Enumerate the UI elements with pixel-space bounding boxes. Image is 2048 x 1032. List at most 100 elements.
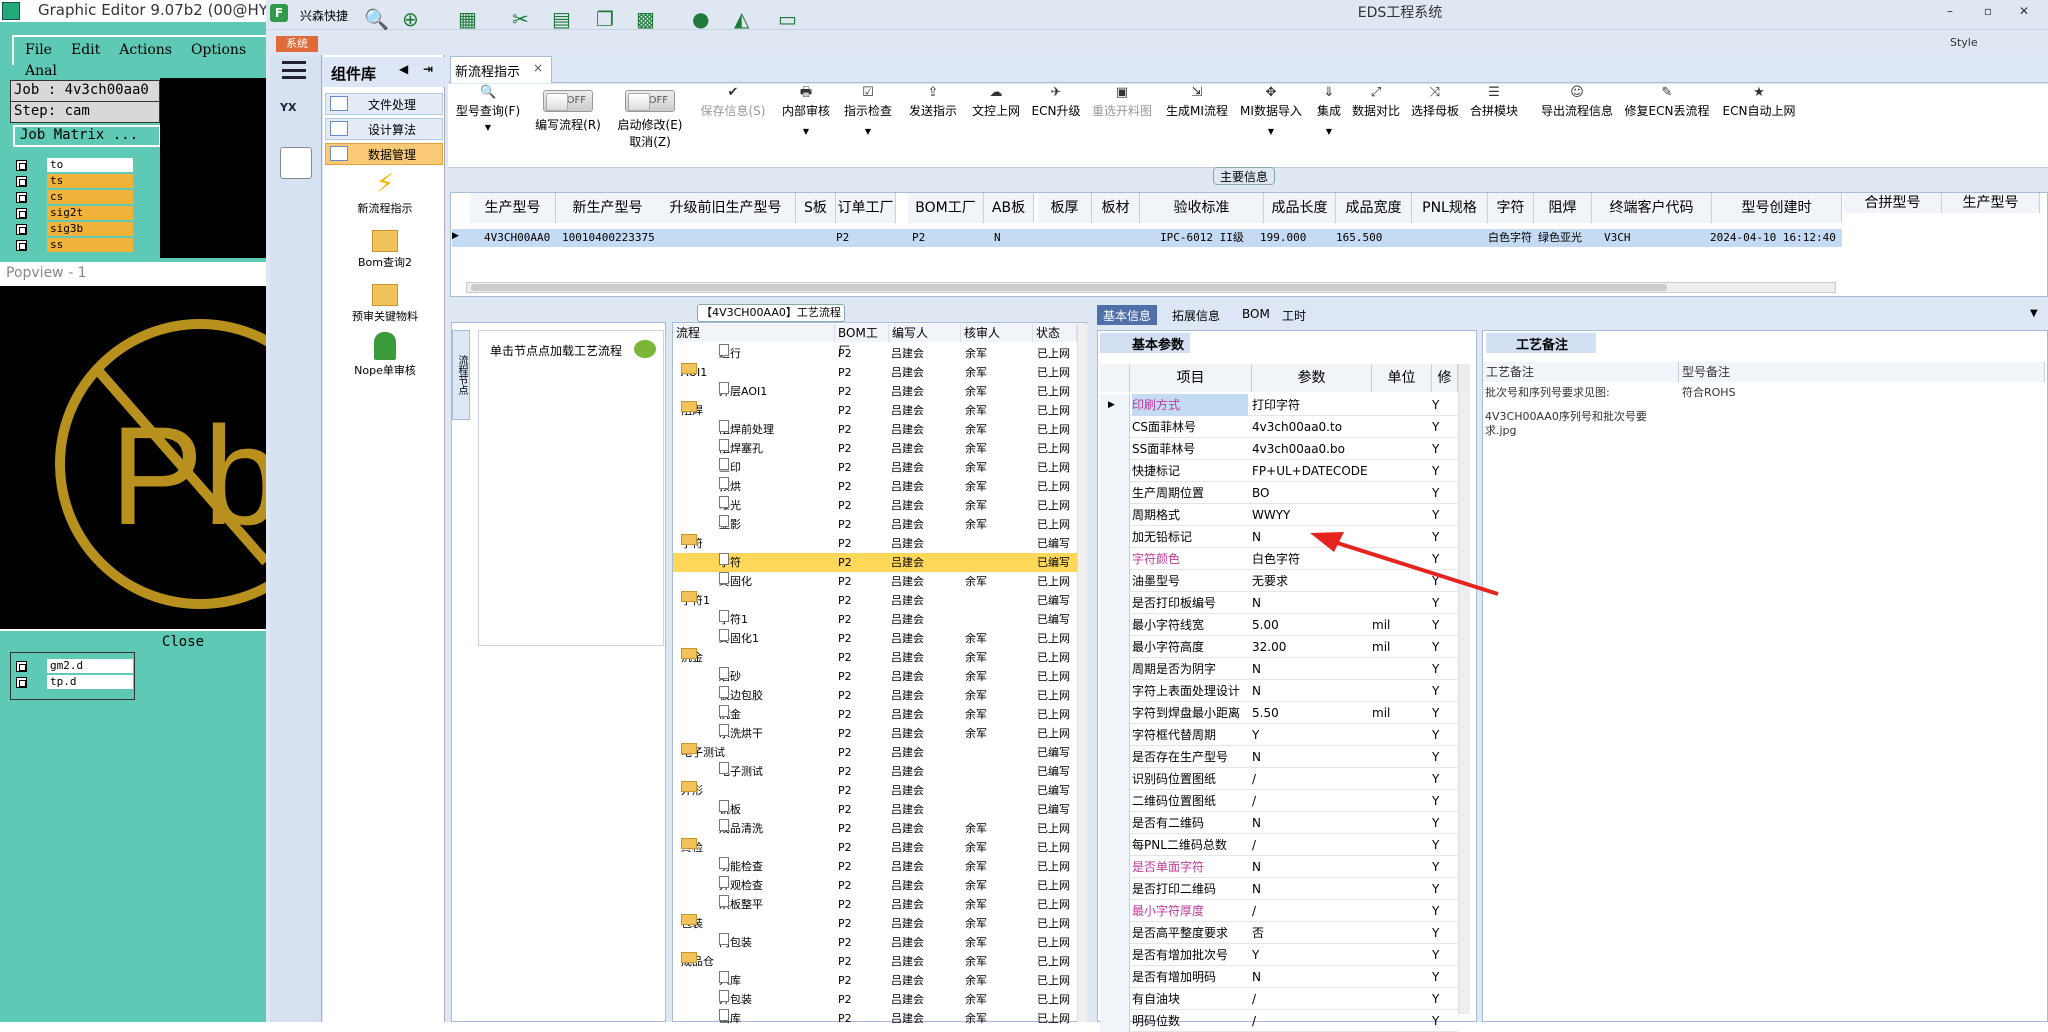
side-column-header[interactable]: 合拼型号 — [1844, 193, 1942, 213]
toolbar-button-1[interactable]: ✔ 保存信息(S) — [696, 84, 770, 154]
param-row[interactable]: 字符框代替周期 Y Y — [1100, 724, 1458, 746]
param-value[interactable]: Y — [1252, 724, 1372, 746]
param-row[interactable]: 最小字符厚度 / Y — [1100, 900, 1458, 922]
menu-edit[interactable]: Edit — [60, 37, 108, 58]
param-modify-flag[interactable]: Y — [1432, 504, 1452, 526]
tree-row[interactable]: 内包装 P2 吕建会 余军 已上网 — [673, 933, 1078, 952]
param-modify-flag[interactable]: Y — [1432, 944, 1452, 966]
start-edit-toggle[interactable]: OFF 启动修改(E) 取消(Z) — [612, 84, 688, 150]
tree-row[interactable]: 板边包胶 P2 吕建会 余军 已上网 — [673, 686, 1078, 705]
scroll-thumb[interactable] — [471, 284, 1667, 291]
param-row[interactable]: 周期是否为阴字 N Y — [1100, 658, 1458, 680]
param-value[interactable]: 否 — [1252, 922, 1372, 944]
model-query-button[interactable]: 🔍 型号查询(F) ▼ — [452, 84, 524, 154]
param-modify-flag[interactable]: Y — [1432, 834, 1452, 856]
param-modify-flag[interactable]: Y — [1432, 878, 1452, 900]
close-icon[interactable]: ✕ — [2014, 4, 2034, 20]
toolbar-button-4[interactable]: ⇪ 发送指示 — [902, 84, 964, 154]
column-header[interactable]: 新生产型号 — [556, 193, 660, 223]
tab-new-flow[interactable]: 新流程指示 × — [450, 56, 552, 83]
tree-row[interactable]: −终检P2吕建会余军已上网 — [673, 838, 1078, 857]
toolbar-button-7[interactable]: ▣ 重选开料图 — [1088, 84, 1156, 154]
param-modify-flag[interactable]: Y — [1432, 900, 1452, 922]
vertical-scrollbar[interactable] — [1077, 324, 1087, 1022]
column-header[interactable]: 成品长度 — [1264, 193, 1336, 223]
param-row[interactable]: 最小字符线宽 5.00 mil Y — [1100, 614, 1458, 636]
nav-item-bom-query[interactable]: Bom查询2 — [330, 230, 440, 270]
job-matrix-button[interactable]: Job Matrix ... — [13, 125, 161, 147]
yx-icon[interactable]: YX — [280, 101, 312, 133]
layer-checkbox[interactable] — [16, 160, 27, 171]
layer-checkbox[interactable] — [16, 224, 27, 235]
tree-row[interactable]: 字符1 P2 吕建会 已编写 — [673, 610, 1078, 629]
column-header-model-note[interactable]: 型号备注 — [1679, 362, 2045, 382]
column-header[interactable]: AB板 — [984, 193, 1034, 223]
column-header[interactable]: PNL规格 — [1412, 193, 1488, 223]
layer-row[interactable]: gm2.d — [13, 659, 133, 674]
param-modify-flag[interactable]: Y — [1432, 812, 1452, 834]
param-modify-flag[interactable]: Y — [1432, 1010, 1452, 1032]
layer-checkbox[interactable] — [16, 208, 27, 219]
column-header[interactable]: 状态 — [1033, 324, 1077, 342]
tree-row[interactable]: 外层AOI1 P2 吕建会 余军 已上网 — [673, 382, 1078, 401]
param-value[interactable]: / — [1252, 988, 1372, 1010]
tree-row[interactable]: 成品清洗 P2 吕建会 余军 已上网 — [673, 819, 1078, 838]
menu-actions[interactable]: Actions — [108, 37, 180, 58]
nav-item-key-material[interactable]: 预审关键物料 — [330, 284, 440, 324]
param-row[interactable]: SS面菲林号 4v3ch00aa0.bo Y — [1100, 438, 1458, 460]
tree-row[interactable]: 字符 P2 吕建会 已编写 — [673, 553, 1078, 572]
column-header-modify[interactable]: 修 — [1432, 364, 1458, 392]
tree-row[interactable]: 入库 P2 吕建会 余军 已上网 — [673, 971, 1078, 990]
layer-row[interactable]: sig2t — [13, 206, 133, 221]
scissors-icon[interactable]: ✂ — [512, 7, 536, 31]
param-value[interactable]: / — [1252, 768, 1372, 790]
param-row[interactable]: 是否有增加明码 N Y — [1100, 966, 1458, 988]
tree-row[interactable]: 阻焊塞孔 P2 吕建会 余军 已上网 — [673, 439, 1078, 458]
vertical-scrollbar[interactable] — [1458, 364, 1470, 1014]
tree-row[interactable]: 烘板整平 P2 吕建会 余军 已上网 — [673, 895, 1078, 914]
param-row[interactable]: CS面菲林号 4v3ch00aa0.to Y — [1100, 416, 1458, 438]
nav-item-nope-review[interactable]: Nope单审核 — [330, 332, 440, 378]
param-value[interactable]: WWYY — [1252, 504, 1372, 526]
layer-checkbox[interactable] — [16, 176, 27, 187]
param-value[interactable]: N — [1252, 812, 1372, 834]
param-modify-flag[interactable]: Y — [1432, 658, 1452, 680]
param-row[interactable]: 明码位数 / Y — [1100, 1010, 1458, 1032]
chart-icon[interactable]: ◭ — [734, 7, 758, 31]
column-header[interactable]: 生产型号 — [470, 193, 556, 223]
grid-icon[interactable]: ▩ — [636, 7, 660, 31]
tree-row[interactable]: −AOI1P2吕建会余军已上网 — [673, 363, 1078, 382]
layer-checkbox[interactable] — [16, 192, 27, 203]
chevron-down-icon[interactable]: ▼ — [2030, 308, 2038, 319]
film-icon[interactable]: ▤ — [552, 7, 576, 31]
param-row[interactable]: 是否打印二维码 N Y — [1100, 878, 1458, 900]
menu-file[interactable]: File — [14, 37, 60, 58]
layer-checkbox[interactable] — [16, 240, 27, 251]
maximize-icon[interactable]: ▫ — [1978, 4, 1998, 20]
param-row[interactable]: 是否高平整度要求 否 Y — [1100, 922, 1458, 944]
toolbar-button-3[interactable]: ☑ 指示检查 ▼ — [838, 84, 898, 154]
tree-row[interactable]: 出库 P2 吕建会 余军 已上网 — [673, 1009, 1078, 1028]
param-modify-flag[interactable]: Y — [1432, 416, 1452, 438]
param-modify-flag[interactable]: Y — [1432, 966, 1452, 988]
tree-row[interactable]: −阻焊P2吕建会余军已上网 — [673, 401, 1078, 420]
tab-basic-info[interactable]: 基本信息 — [1097, 305, 1158, 325]
param-row[interactable]: 识别码位置图纸 / Y — [1100, 768, 1458, 790]
tab-work-hours[interactable]: 工时 — [1276, 305, 1312, 325]
param-value[interactable]: N — [1252, 966, 1372, 988]
toolbar-button-16[interactable]: ★ ECN自动上网 — [1718, 84, 1800, 154]
minimize-icon[interactable]: – — [1940, 4, 1960, 20]
param-modify-flag[interactable]: Y — [1432, 680, 1452, 702]
toggle-switch[interactable]: OFF — [543, 90, 593, 112]
tree-row[interactable]: −包装P2吕建会余军已上网 — [673, 914, 1078, 933]
tab-bom[interactable]: BOM — [1236, 305, 1276, 325]
tree-row[interactable]: 水洗烘干 P2 吕建会 余军 已上网 — [673, 724, 1078, 743]
param-modify-flag[interactable]: Y — [1432, 724, 1452, 746]
param-row[interactable]: 二维码位置图纸 / Y — [1100, 790, 1458, 812]
param-row[interactable]: 是否单面字符 N Y — [1100, 856, 1458, 878]
param-row[interactable]: 快捷标记 FP+UL+DATECODE Y — [1100, 460, 1458, 482]
nav-section-data[interactable]: 数据管理 — [325, 143, 443, 165]
column-header[interactable]: 验收标准 — [1140, 193, 1264, 223]
side-column-header[interactable]: 生产型号 — [1942, 193, 2040, 213]
toolbar-button-9[interactable]: ✥ MI数据导入 ▼ — [1236, 84, 1306, 154]
